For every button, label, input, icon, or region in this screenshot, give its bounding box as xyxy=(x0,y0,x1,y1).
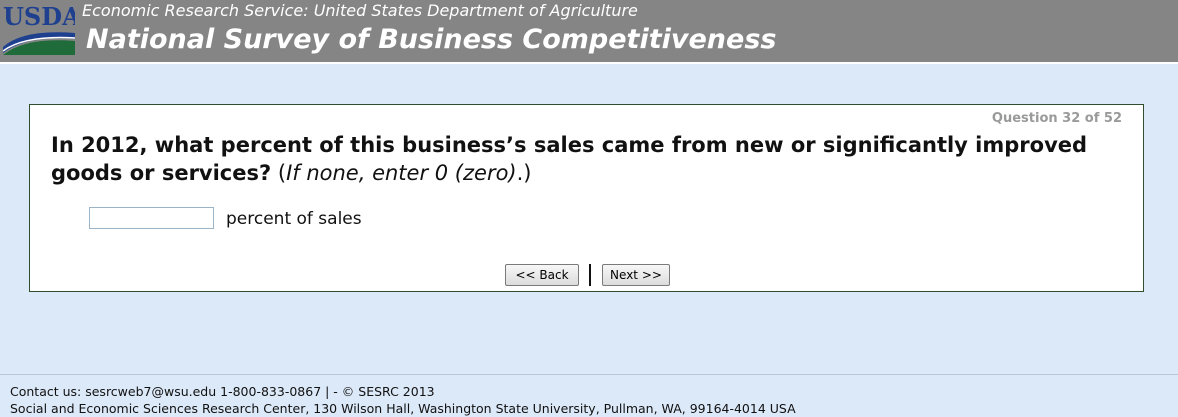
percent-label: percent of sales xyxy=(226,209,362,229)
agency-name: Economic Research Service: United States… xyxy=(82,1,638,20)
question-panel: Question 32 of 52 In 2012, what percent … xyxy=(29,104,1144,292)
footer-divider xyxy=(0,374,1178,375)
header-divider xyxy=(0,62,1178,64)
back-button[interactable]: << Back xyxy=(505,264,579,286)
survey-title: National Survey of Business Competitiven… xyxy=(86,24,777,55)
instruction-open: ( xyxy=(277,161,287,185)
site-header: USDA Economic Research Service: United S… xyxy=(0,0,1178,62)
footer-contact: Contact us: sesrcweb7@wsu.edu 1-800-833-… xyxy=(10,384,435,399)
instruction-close: .) xyxy=(516,161,532,185)
nav-separator xyxy=(589,264,591,286)
percent-input[interactable] xyxy=(89,207,214,229)
question-instruction: (If none, enter 0 (zero).) xyxy=(278,161,532,185)
footer-address: Social and Economic Sciences Research Ce… xyxy=(10,401,796,416)
usda-logo-text: USDA xyxy=(3,3,75,31)
question-counter: Question 32 of 52 xyxy=(991,111,1122,126)
question-prompt: In 2012, what percent of this business’s… xyxy=(51,133,1088,185)
question-text: In 2012, what percent of this business’s… xyxy=(51,131,1111,187)
instruction-italic: If none, enter 0 (zero) xyxy=(286,161,517,185)
usda-logo: USDA xyxy=(3,3,75,55)
footer: Contact us: sesrcweb7@wsu.edu 1-800-833-… xyxy=(10,383,796,417)
next-button[interactable]: Next >> xyxy=(602,264,670,286)
